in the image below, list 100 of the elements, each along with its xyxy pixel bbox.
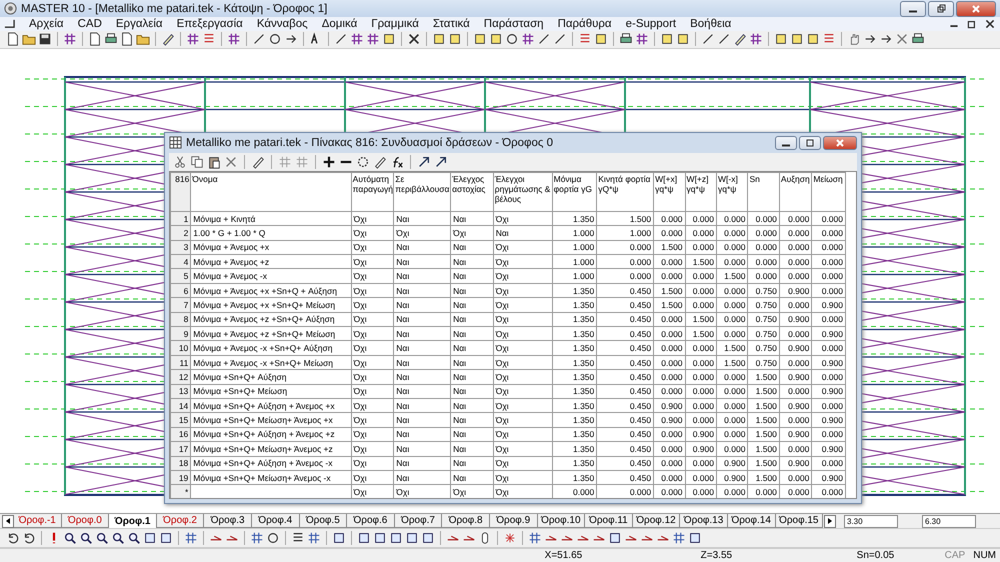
magnifier-icon[interactable] [79, 530, 93, 545]
row-header[interactable]: 4 [170, 254, 191, 269]
column-header[interactable]: W[+x] γq*ψ [654, 172, 686, 212]
minimize-button[interactable] [900, 0, 926, 17]
document-menu-icon[interactable] [4, 18, 15, 30]
square-icon[interactable] [608, 530, 622, 545]
plus-icon[interactable] [322, 154, 336, 169]
square-icon[interactable] [432, 32, 446, 46]
square-icon[interactable] [405, 530, 419, 545]
restore-button[interactable] [928, 0, 954, 17]
floor-tab[interactable]: Όροφ.7 [394, 514, 442, 528]
square-icon[interactable] [790, 32, 804, 46]
arrow-icon[interactable] [417, 154, 431, 169]
circle-icon[interactable] [356, 154, 370, 169]
folder-icon[interactable] [22, 32, 36, 46]
column-header[interactable]: Σε περιβάλλουσα [394, 172, 451, 212]
floor-tab[interactable]: Όροφ.10 [538, 514, 586, 528]
copy-icon[interactable] [190, 154, 204, 169]
grid-icon[interactable] [672, 530, 686, 545]
document-icon[interactable] [6, 32, 20, 46]
row-header[interactable]: 13 [170, 384, 191, 398]
floor-tab[interactable]: Όροφ.11 [585, 514, 633, 528]
document-icon[interactable] [88, 32, 102, 46]
floor-tab[interactable]: Όροφ.8 [442, 514, 490, 528]
row-header[interactable]: 17 [170, 442, 191, 456]
scissors-icon[interactable] [173, 154, 187, 169]
column-header[interactable]: W[-x] γq*ψ [716, 172, 748, 212]
grid-icon[interactable] [63, 32, 77, 46]
square-icon[interactable] [774, 32, 788, 46]
square-icon[interactable] [357, 530, 371, 545]
row-header[interactable]: 15 [170, 412, 191, 428]
floor-tab[interactable]: Όροφ.6 [347, 514, 395, 528]
square-icon[interactable] [688, 530, 702, 545]
grid-icon[interactable] [521, 32, 535, 46]
column-header[interactable]: Όνομα [190, 172, 352, 212]
grid-icon[interactable] [184, 530, 198, 545]
grid-icon[interactable] [749, 32, 763, 46]
grid-icon[interactable] [307, 530, 321, 545]
floor-tab[interactable]: Όροφ.14 [728, 514, 776, 528]
column-header[interactable]: Sn [748, 172, 780, 212]
close-button[interactable] [956, 0, 996, 17]
square-icon[interactable] [332, 530, 346, 545]
square-icon[interactable] [382, 32, 396, 46]
scroll-left-button[interactable] [2, 514, 14, 528]
square-icon[interactable] [159, 530, 173, 545]
row-header[interactable]: 12 [170, 370, 191, 384]
grid-icon[interactable] [227, 32, 241, 46]
row-header[interactable]: 8 [170, 312, 191, 327]
row-header[interactable]: 14 [170, 398, 191, 413]
grid-icon[interactable] [186, 32, 200, 46]
row-header[interactable]: 11 [170, 355, 191, 370]
menu-item[interactable]: e-Support [626, 18, 676, 30]
floor-tab[interactable]: Όροφ.3 [204, 514, 252, 528]
row-header[interactable]: 3 [170, 240, 191, 255]
column-header[interactable]: W[+z] γq*ψ [685, 172, 716, 212]
row-header[interactable]: 6 [170, 283, 191, 298]
row-header[interactable]: 16 [170, 427, 191, 442]
minimize-button[interactable] [775, 136, 797, 150]
floor-tab[interactable]: Όροφ.9 [490, 514, 538, 528]
line-icon[interactable] [701, 32, 715, 46]
menu-item[interactable]: Γραμμικά [371, 18, 419, 30]
column-header[interactable]: Έλεγχος αστοχίας [450, 172, 494, 212]
menu-item[interactable]: Παράσταση [484, 18, 544, 30]
square-icon[interactable] [143, 530, 157, 545]
clipboard-icon[interactable] [207, 154, 221, 169]
column-header[interactable]: Μόνιμα φορτία γG [552, 172, 597, 212]
menu-item[interactable]: Δομικά [322, 18, 358, 30]
coordinate-field[interactable]: 6.30 [922, 514, 976, 528]
floor-tab[interactable]: Όροφ.15 [776, 514, 824, 528]
floor-tab[interactable]: Όροφ.5 [300, 514, 348, 528]
row-header[interactable]: 2 [170, 226, 191, 240]
square-icon[interactable] [448, 32, 462, 46]
close-button[interactable] [823, 136, 857, 150]
magnifier-icon[interactable] [63, 530, 77, 545]
square-icon[interactable] [489, 32, 503, 46]
row-header[interactable]: * [170, 484, 191, 498]
square-icon[interactable] [373, 530, 387, 545]
menu-item[interactable]: Κάνναβος [256, 18, 308, 30]
coordinate-field[interactable]: 3.30 [844, 514, 898, 528]
floor-tab[interactable]: Όροφ.-1 [14, 514, 62, 528]
scroll-right-button[interactable] [824, 514, 836, 528]
arrow-icon[interactable] [6, 530, 20, 545]
floor-tab[interactable]: Όροφ.1 [109, 514, 157, 528]
maximize-button[interactable] [799, 136, 821, 150]
menu-item[interactable]: Παράθυρα [558, 18, 612, 30]
square-icon[interactable] [389, 530, 403, 545]
floor-tab[interactable]: Όροφ.13 [680, 514, 728, 528]
line-icon[interactable] [334, 32, 348, 46]
floor-tab[interactable]: Όροφ.12 [632, 514, 680, 528]
grid-icon[interactable] [250, 530, 264, 545]
row-header[interactable]: 18 [170, 456, 191, 470]
line-icon[interactable] [717, 32, 731, 46]
circle-icon[interactable] [268, 32, 282, 46]
column-header[interactable]: Κινητά φορτία γQ*ψ [596, 172, 654, 212]
grid-icon[interactable] [366, 32, 380, 46]
square-icon[interactable] [473, 32, 487, 46]
square-icon[interactable] [676, 32, 690, 46]
document-icon[interactable] [120, 32, 134, 46]
column-header[interactable]: Αυτόματη παραγωγή [351, 172, 394, 212]
menu-item[interactable]: Εργαλεία [116, 18, 163, 30]
